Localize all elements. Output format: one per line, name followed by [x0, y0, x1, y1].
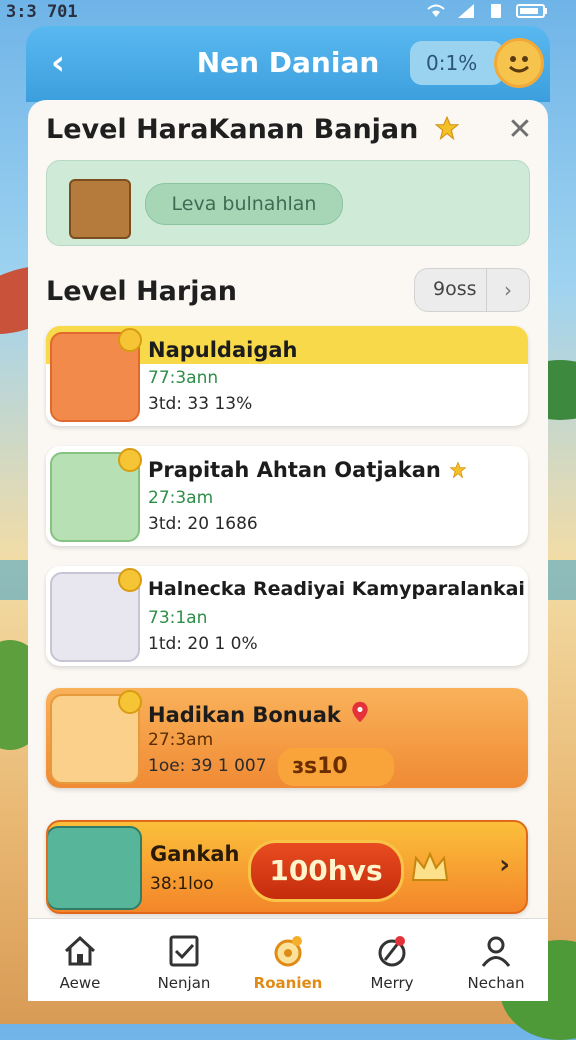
coin-badge-icon — [118, 328, 142, 352]
star-icon — [434, 115, 460, 141]
promo-subtitle: 38:1loo — [150, 874, 214, 894]
star-icon — [449, 461, 467, 479]
coin-badge-icon — [118, 690, 142, 714]
item-stat: 1oe: 39 1 007 — [148, 756, 267, 776]
currency-pill[interactable]: 0:1% — [410, 41, 504, 85]
list-item[interactable]: Napuldaigah 77:3ann 3td: 33 13% — [46, 326, 528, 426]
battery-icon — [516, 4, 547, 18]
reward-icon — [274, 936, 302, 967]
page-title: Level HaraKanan Banjan — [46, 114, 460, 145]
promo-buy-button[interactable]: 100hvs — [248, 840, 404, 902]
filter-label: 9oss — [433, 278, 477, 300]
item-name: Napuldaigah — [148, 338, 298, 362]
item-stat: 3td: 33 13% — [148, 394, 253, 414]
nav-item-rewards[interactable]: Roanien — [236, 919, 340, 1001]
nav-label: Merry — [370, 974, 414, 992]
item-name: Prapitah Ahtan Oatjakan — [148, 458, 467, 482]
pin-icon — [378, 936, 406, 967]
nav-item-home[interactable]: Aewe — [28, 919, 132, 1001]
gift-bundle-thumbnail — [48, 826, 142, 910]
banner-button[interactable]: Leva bulnahlan — [145, 183, 343, 225]
nav-item-tasks[interactable]: Nenjan — [132, 919, 236, 1001]
profile-icon — [481, 936, 511, 967]
item-name-text: Hadikan Bonuak — [148, 703, 341, 727]
promo-item[interactable]: Gankah 38:1loo 100hvs › — [46, 820, 528, 914]
close-icon[interactable]: ✕ — [504, 114, 536, 146]
item-name-text: Prapitah Ahtan Oatjakan — [148, 458, 441, 482]
page-title-text: Level HaraKanan Banjan — [46, 114, 419, 145]
app-bar: ‹ Nen Danian 0:1% — [26, 26, 550, 102]
smiley-icon — [509, 56, 529, 73]
nav-label: Roanien — [253, 974, 323, 992]
status-time: 3:3 701 — [6, 2, 78, 22]
sim-icon — [491, 4, 501, 18]
coin-badge-icon — [118, 448, 142, 472]
nav-label: Nenjan — [157, 974, 211, 992]
treasure-chest-icon — [69, 179, 131, 239]
promo-banner: Leva bulnahlan — [46, 160, 530, 246]
crown-icon — [411, 851, 449, 881]
list-item[interactable]: Hadikan Bonuak 27:3am 1oe: 39 1 007 ɜs10 — [46, 688, 528, 788]
status-bar: 3:3 701 — [0, 0, 576, 26]
nav-item-profile[interactable]: Nechan — [444, 919, 548, 1001]
item-subtitle: 27:3am — [148, 730, 214, 750]
main-panel: Level HaraKanan Banjan ✕ Leva bulnahlan … — [28, 100, 548, 920]
filter-button[interactable]: 9oss › — [414, 268, 530, 312]
list-item[interactable]: Prapitah Ahtan Oatjakan 27:3am 3td: 20 1… — [46, 446, 528, 546]
list-item[interactable]: Halnecka Readiyai Kamyparalankai 73:1an … — [46, 566, 528, 666]
chevron-right-icon: › — [499, 850, 510, 880]
nav-item-map[interactable]: Merry — [340, 919, 444, 1001]
item-name: Hadikan Bonuak — [148, 700, 371, 727]
home-icon — [64, 935, 96, 966]
task-icon — [169, 935, 199, 967]
coin-badge-icon — [118, 568, 142, 592]
price-tag[interactable]: ɜs10 — [278, 748, 394, 786]
wifi-icon — [427, 4, 445, 17]
item-name: Halnecka Readiyai Kamyparalankai — [148, 578, 525, 600]
promo-name: Gankah — [150, 842, 240, 866]
chevron-right-icon: › — [486, 269, 529, 311]
list-section-title: Level Harjan — [46, 276, 237, 307]
nav-label: Aewe — [59, 974, 101, 992]
item-subtitle: 77:3ann — [148, 368, 219, 388]
map-pin-icon — [352, 701, 368, 723]
signal-icon — [458, 4, 474, 18]
item-subtitle: 73:1an — [148, 608, 208, 628]
nav-label: Nechan — [467, 974, 525, 992]
avatar[interactable] — [494, 38, 544, 88]
item-subtitle: 27:3am — [148, 488, 214, 508]
item-stat: 3td: 20 1686 — [148, 514, 258, 534]
item-stat: 1td: 20 1 0% — [148, 634, 258, 654]
bottom-nav: Aewe Nenjan Roanien Merry Nechan — [28, 918, 548, 1001]
